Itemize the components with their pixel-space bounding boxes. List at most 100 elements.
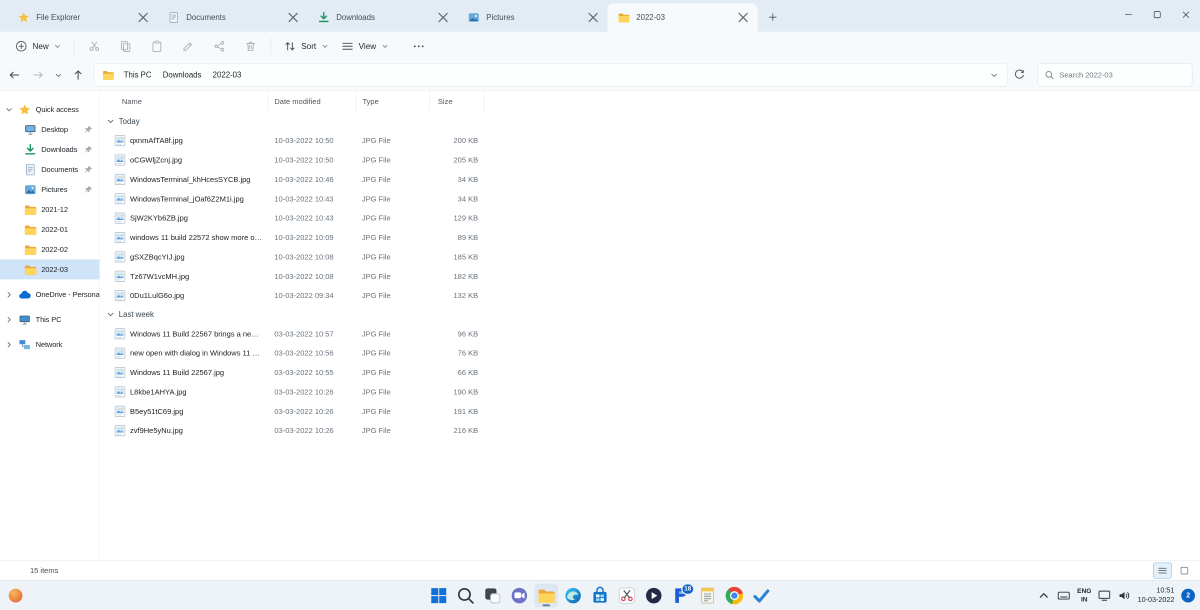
view-button[interactable]: View bbox=[335, 36, 395, 56]
taskbar-app-task-view[interactable] bbox=[481, 584, 505, 608]
tab-2022-03[interactable]: 2022-03 bbox=[608, 3, 758, 32]
forward-button[interactable] bbox=[26, 63, 50, 87]
taskbar-app-chat[interactable] bbox=[508, 584, 532, 608]
refresh-icon bbox=[1013, 69, 1026, 82]
large-icons-view-button[interactable] bbox=[1175, 562, 1194, 578]
taskbar-app-chrome[interactable] bbox=[723, 584, 747, 608]
file-row[interactable]: B5ey51tC69.jpg03-03-2022 10:26JPG File19… bbox=[100, 401, 1200, 420]
breadcrumb-2022-03[interactable]: 2022-03 bbox=[208, 69, 245, 82]
sort-button[interactable]: Sort bbox=[278, 36, 335, 56]
tab-downloads[interactable]: Downloads bbox=[308, 3, 458, 32]
tab-file-explorer[interactable]: File Explorer bbox=[8, 3, 158, 32]
sidebar-item-2022-03[interactable]: 2022-03 bbox=[0, 259, 99, 279]
group-header-last-week[interactable]: Last week bbox=[100, 305, 1200, 324]
column-header-size[interactable]: Size bbox=[429, 91, 484, 112]
copy-button[interactable] bbox=[112, 34, 140, 58]
sidebar-item-2022-02[interactable]: 2022-02 bbox=[0, 239, 99, 259]
file-row[interactable]: Windows 11 Build 22567.jpg03-03-2022 10:… bbox=[100, 363, 1200, 382]
file-row[interactable]: Tz67W1vcMH.jpg10-03-2022 10:08JPG File18… bbox=[100, 266, 1200, 285]
minimize-button[interactable] bbox=[1114, 0, 1143, 29]
paste-button[interactable] bbox=[143, 34, 171, 58]
group-header-today[interactable]: Today bbox=[100, 112, 1200, 131]
chevron-right-icon[interactable] bbox=[4, 315, 14, 323]
taskbar-corner-icon[interactable] bbox=[9, 589, 23, 603]
sidebar-item-2022-01[interactable]: 2022-01 bbox=[0, 219, 99, 239]
file-row[interactable]: gSXZBqcYIJ.jpg10-03-2022 10:08JPG File18… bbox=[100, 247, 1200, 266]
new-tab-button[interactable] bbox=[763, 7, 783, 27]
sidebar-item-label: Pictures bbox=[41, 185, 67, 194]
breadcrumb-downloads[interactable]: Downloads bbox=[158, 69, 205, 82]
chevron-right-icon[interactable] bbox=[4, 290, 14, 298]
taskbar-app-media-player[interactable] bbox=[642, 584, 666, 608]
delete-button[interactable] bbox=[237, 34, 265, 58]
hidden-icons-button[interactable] bbox=[1035, 584, 1054, 608]
file-type: JPG File bbox=[356, 426, 430, 435]
sidebar-item-documents[interactable]: Documents bbox=[0, 159, 99, 179]
taskbar-app-p-app[interactable]: 18 bbox=[669, 584, 693, 608]
refresh-button[interactable] bbox=[1008, 63, 1032, 87]
tab-close-button[interactable] bbox=[585, 9, 601, 25]
sidebar-item-downloads[interactable]: Downloads bbox=[0, 139, 99, 159]
tab-close-button[interactable] bbox=[285, 9, 301, 25]
tab-close-button[interactable] bbox=[135, 9, 151, 25]
up-button[interactable] bbox=[66, 63, 90, 87]
more-options-button[interactable] bbox=[405, 34, 433, 58]
network-button[interactable] bbox=[1095, 584, 1114, 608]
file-row[interactable]: 0Du1LulG6o.jpg10-03-2022 09:34JPG File13… bbox=[100, 286, 1200, 305]
sidebar-item-onedrive-personal[interactable]: OneDrive - Personal bbox=[0, 284, 99, 304]
search-input[interactable] bbox=[1059, 71, 1185, 80]
tab-close-button[interactable] bbox=[735, 9, 751, 25]
column-header-type[interactable]: Type bbox=[356, 91, 430, 112]
taskbar-app-store[interactable] bbox=[588, 584, 612, 608]
column-header-date-modified[interactable]: Date modified bbox=[268, 91, 356, 112]
address-dropdown-button[interactable] bbox=[984, 66, 1003, 85]
file-row[interactable]: windows 11 build 22572 show more opti...… bbox=[100, 228, 1200, 247]
maximize-button[interactable] bbox=[1143, 0, 1172, 29]
taskbar-app-snipping-tool[interactable] bbox=[615, 584, 639, 608]
new-button-label: New bbox=[33, 41, 49, 50]
taskbar-app-todo-check[interactable] bbox=[749, 584, 773, 608]
taskbar-app-start[interactable] bbox=[427, 584, 451, 608]
share-button[interactable] bbox=[206, 34, 234, 58]
sidebar-item-quick-access[interactable]: Quick access bbox=[0, 99, 99, 119]
file-row[interactable]: zvf9He5yNu.jpg03-03-2022 10:26JPG File21… bbox=[100, 421, 1200, 440]
file-row[interactable]: new open with dialog in Windows 11 Buil.… bbox=[100, 343, 1200, 362]
notification-count-badge[interactable]: 2 bbox=[1181, 589, 1195, 603]
sidebar-item-pictures[interactable]: Pictures bbox=[0, 179, 99, 199]
details-view-button[interactable] bbox=[1153, 562, 1172, 578]
file-row[interactable]: WindowsTerminal_khHcesSYCB.jpg10-03-2022… bbox=[100, 169, 1200, 188]
tab-pictures[interactable]: Pictures bbox=[458, 3, 608, 32]
taskbar-app-search[interactable] bbox=[454, 584, 478, 608]
tab-close-button[interactable] bbox=[435, 9, 451, 25]
chevron-down-icon[interactable] bbox=[4, 105, 14, 113]
file-row[interactable]: SjW2KYb6ZB.jpg10-03-2022 10:43JPG File12… bbox=[100, 208, 1200, 227]
touch-keyboard-button[interactable] bbox=[1055, 584, 1074, 608]
tab-documents[interactable]: Documents bbox=[158, 3, 308, 32]
column-header-name[interactable]: Name bbox=[114, 91, 268, 112]
sidebar-item-network[interactable]: Network bbox=[0, 334, 99, 354]
taskbar-app-edge[interactable] bbox=[561, 584, 585, 608]
file-row[interactable]: Windows 11 Build 22567 brings a new op..… bbox=[100, 324, 1200, 343]
volume-button[interactable] bbox=[1115, 584, 1134, 608]
file-size: 96 KB bbox=[429, 329, 484, 338]
language-switcher[interactable]: ENG IN bbox=[1075, 584, 1094, 608]
recent-locations-button[interactable] bbox=[50, 63, 66, 87]
file-row[interactable]: oCGWljZcnj.jpg10-03-2022 10:50JPG File20… bbox=[100, 150, 1200, 169]
rename-button[interactable] bbox=[174, 34, 202, 58]
file-row[interactable]: WindowsTerminal_jOaf6Z2M1i.jpg10-03-2022… bbox=[100, 189, 1200, 208]
file-row[interactable]: L8kbe1AHYA.jpg03-03-2022 10:26JPG File19… bbox=[100, 382, 1200, 401]
sidebar-item-desktop[interactable]: Desktop bbox=[0, 119, 99, 139]
file-row[interactable]: qxnmAfTA8f.jpg10-03-2022 10:50JPG File20… bbox=[100, 131, 1200, 150]
back-button[interactable] bbox=[3, 63, 27, 87]
breadcrumb-this-pc[interactable]: This PC bbox=[119, 69, 156, 82]
clock[interactable]: 10:51 10-03-2022 bbox=[1135, 584, 1177, 608]
sidebar-item-this-pc[interactable]: This PC bbox=[0, 309, 99, 329]
address-bar[interactable]: This PCDownloads2022-03 bbox=[94, 63, 1008, 87]
taskbar-app-file-explorer[interactable] bbox=[534, 584, 558, 608]
new-button[interactable]: New bbox=[9, 36, 68, 56]
taskbar-app-notepad[interactable] bbox=[696, 584, 720, 608]
close-button[interactable] bbox=[1171, 0, 1200, 29]
chevron-right-icon[interactable] bbox=[4, 340, 14, 348]
sidebar-item-2021-12[interactable]: 2021-12 bbox=[0, 199, 99, 219]
cut-button[interactable] bbox=[81, 34, 109, 58]
